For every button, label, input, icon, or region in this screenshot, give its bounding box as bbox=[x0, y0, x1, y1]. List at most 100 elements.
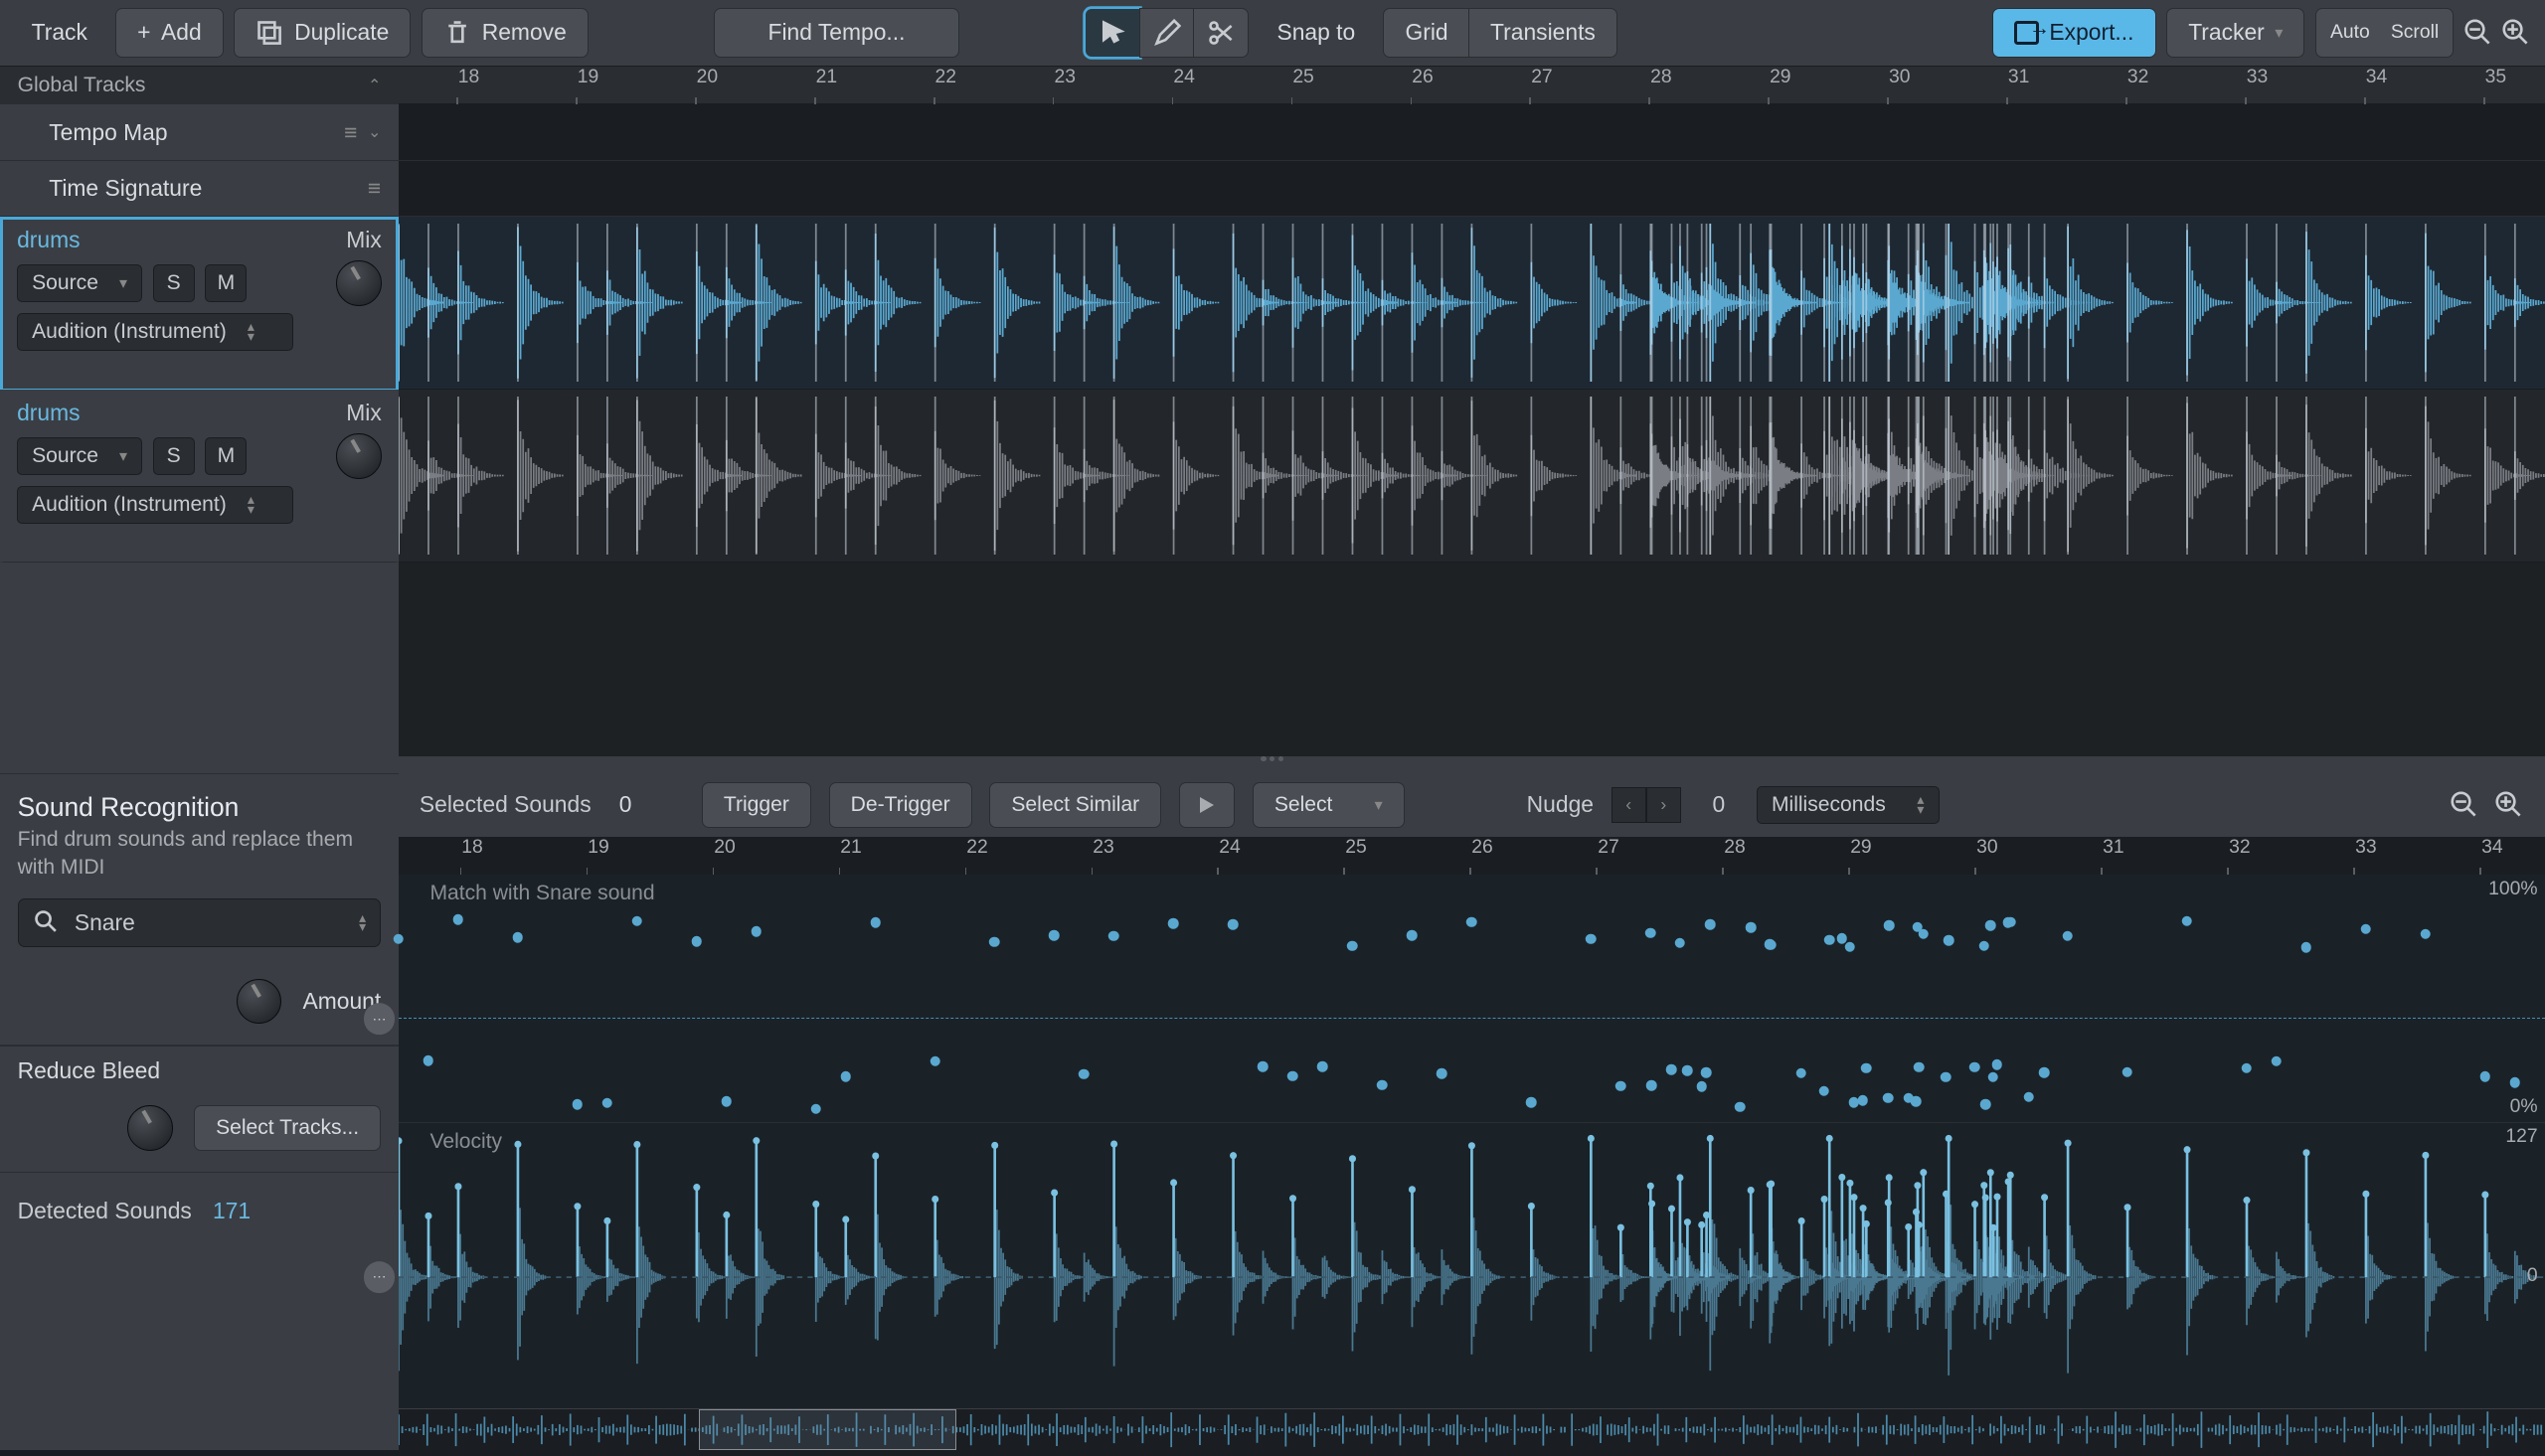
threshold-line[interactable]: ⋯ bbox=[399, 1018, 2545, 1020]
match-dot[interactable] bbox=[1918, 928, 1929, 939]
match-dot[interactable] bbox=[1861, 1063, 1872, 1074]
timeline-ruler[interactable]: 181920212223242526272829303132333435 bbox=[399, 67, 2545, 105]
add-button[interactable]: + Add bbox=[115, 8, 224, 57]
match-dot[interactable] bbox=[1615, 1080, 1626, 1091]
waveform-lane-1[interactable] bbox=[399, 217, 2545, 390]
match-dot[interactable] bbox=[1941, 1071, 1951, 1082]
match-dot[interactable] bbox=[631, 915, 642, 926]
match-dot[interactable] bbox=[1969, 1061, 1980, 1072]
match-dot[interactable] bbox=[840, 1071, 851, 1082]
threshold-handle[interactable]: ⋯ bbox=[364, 1004, 396, 1036]
track-name[interactable]: drums bbox=[17, 400, 80, 426]
match-dot[interactable] bbox=[930, 1055, 940, 1066]
match-dot[interactable] bbox=[1437, 1068, 1447, 1079]
source-dropdown[interactable]: Source▾ bbox=[17, 264, 142, 303]
match-dot[interactable] bbox=[2039, 1067, 2050, 1078]
match-dot[interactable] bbox=[1884, 920, 1895, 931]
zoom-out-icon[interactable] bbox=[2451, 791, 2478, 819]
select-similar-button[interactable]: Select Similar bbox=[989, 782, 1161, 828]
match-dot[interactable] bbox=[1819, 1085, 1830, 1096]
track-menu[interactable]: Track bbox=[14, 19, 104, 46]
match-dot[interactable] bbox=[2509, 1077, 2520, 1088]
match-dot[interactable] bbox=[1108, 930, 1119, 941]
snap-transients-button[interactable]: Transients bbox=[1468, 8, 1617, 57]
match-dot[interactable] bbox=[1992, 1059, 2003, 1070]
zoom-out-icon[interactable] bbox=[2464, 19, 2492, 47]
nudge-units-dropdown[interactable]: Milliseconds▴▾ bbox=[1757, 786, 1940, 825]
zoom-in-icon[interactable] bbox=[2502, 19, 2530, 47]
match-dot[interactable] bbox=[870, 917, 881, 928]
time-signature-row[interactable]: Time Signature ≡ bbox=[0, 161, 399, 217]
match-dot[interactable] bbox=[1746, 922, 1757, 933]
match-dot[interactable] bbox=[1674, 937, 1685, 948]
match-dot[interactable] bbox=[1645, 927, 1656, 938]
match-dot[interactable] bbox=[452, 914, 463, 925]
match-dot[interactable] bbox=[2300, 942, 2311, 953]
match-dot[interactable] bbox=[1079, 1068, 1090, 1079]
match-dot[interactable] bbox=[1347, 940, 1358, 951]
tempo-lane[interactable] bbox=[399, 104, 2545, 160]
velocity-area[interactable]: Velocity 127 0 ⋯ bbox=[399, 1123, 2545, 1408]
source-dropdown[interactable]: Source▾ bbox=[17, 437, 142, 476]
match-dot[interactable] bbox=[989, 937, 1000, 948]
match-dot[interactable] bbox=[1911, 1096, 1922, 1107]
audition-dropdown[interactable]: Audition (Instrument)▴▾ bbox=[17, 313, 293, 352]
match-dot[interactable] bbox=[1701, 1067, 1712, 1078]
match-dot[interactable] bbox=[1858, 1095, 1869, 1106]
nudge-left-button[interactable]: ‹ bbox=[1612, 787, 1646, 822]
match-dot[interactable] bbox=[1228, 919, 1239, 930]
match-dot[interactable] bbox=[810, 1103, 821, 1114]
match-dot[interactable] bbox=[1766, 939, 1777, 950]
list-icon[interactable]: ≡ bbox=[344, 119, 357, 146]
track-header-2[interactable]: drums Mix Source▾ S M Audition (Instrume… bbox=[0, 390, 399, 563]
zoom-in-icon[interactable] bbox=[2495, 791, 2523, 819]
solo-button[interactable]: S bbox=[153, 437, 195, 476]
match-dot[interactable] bbox=[1735, 1102, 1746, 1113]
auto-scroll-button[interactable]: Auto Scroll bbox=[2315, 8, 2454, 57]
pointer-tool[interactable] bbox=[1085, 8, 1140, 57]
find-tempo-button[interactable]: Find Tempo... bbox=[714, 8, 958, 57]
solo-button[interactable]: S bbox=[153, 264, 195, 303]
waveform-lane-2[interactable] bbox=[399, 390, 2545, 563]
select-tracks-button[interactable]: Select Tracks... bbox=[194, 1105, 381, 1151]
match-dot[interactable] bbox=[1705, 919, 1716, 930]
match-dot[interactable] bbox=[512, 932, 523, 943]
select-dropdown[interactable]: Select▾ bbox=[1253, 782, 1405, 828]
match-dot[interactable] bbox=[2242, 1063, 2253, 1074]
match-dot[interactable] bbox=[2479, 1071, 2490, 1082]
overview-scrollbar[interactable] bbox=[399, 1408, 2545, 1450]
match-dot[interactable] bbox=[1696, 1081, 1707, 1092]
draw-tool[interactable] bbox=[1139, 8, 1195, 57]
match-dot[interactable] bbox=[1980, 1099, 1991, 1110]
mute-button[interactable]: M bbox=[205, 264, 247, 303]
expand-icon[interactable]: ⌄ bbox=[368, 122, 381, 142]
match-dot[interactable] bbox=[1287, 1070, 1298, 1081]
match-dot[interactable] bbox=[1586, 934, 1597, 945]
track-name[interactable]: drums bbox=[17, 227, 80, 253]
match-dot[interactable] bbox=[1666, 1064, 1677, 1075]
match-dot[interactable] bbox=[572, 1099, 583, 1110]
match-dot[interactable] bbox=[1844, 941, 1855, 952]
match-dot[interactable] bbox=[1317, 1061, 1328, 1072]
match-dot[interactable] bbox=[1978, 941, 1989, 952]
match-dot[interactable] bbox=[1526, 1097, 1537, 1108]
mute-button[interactable]: M bbox=[205, 437, 247, 476]
match-dot[interactable] bbox=[1168, 918, 1179, 929]
match-dot[interactable] bbox=[2122, 1067, 2133, 1078]
match-dot[interactable] bbox=[2023, 1091, 2034, 1102]
match-dot[interactable] bbox=[2182, 915, 2193, 926]
match-dot[interactable] bbox=[424, 1055, 434, 1066]
match-dot[interactable] bbox=[601, 1097, 612, 1108]
audition-dropdown[interactable]: Audition (Instrument)▴▾ bbox=[17, 486, 293, 525]
nudge-right-button[interactable]: › bbox=[1646, 787, 1681, 822]
match-dot[interactable] bbox=[1377, 1079, 1388, 1090]
match-dot[interactable] bbox=[2272, 1056, 2283, 1067]
velocity-handle[interactable]: ⋯ bbox=[364, 1261, 396, 1293]
amount-knob[interactable] bbox=[237, 979, 282, 1025]
match-dot[interactable] bbox=[1796, 1068, 1807, 1079]
duplicate-button[interactable]: Duplicate bbox=[234, 8, 411, 57]
match-dot[interactable] bbox=[1914, 1062, 1925, 1073]
global-tracks-header[interactable]: Global Tracks ⌃ bbox=[0, 67, 399, 105]
mix-knob[interactable] bbox=[336, 433, 382, 479]
bleed-knob[interactable] bbox=[127, 1105, 173, 1151]
